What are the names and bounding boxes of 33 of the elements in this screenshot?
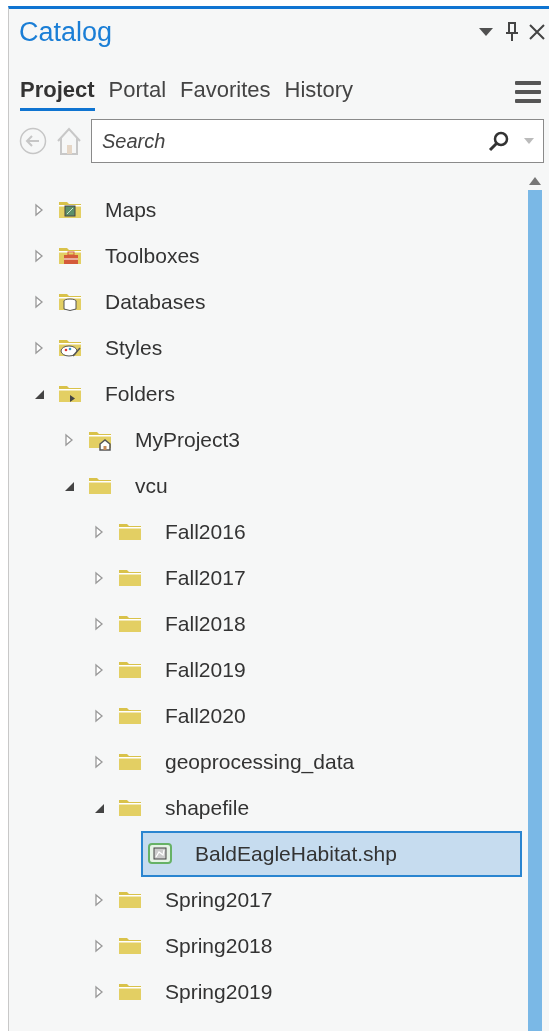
scroll-up-icon[interactable] <box>529 177 541 185</box>
tab[interactable]: Portal <box>108 73 167 111</box>
tree-item[interactable]: Fall2019 <box>111 647 528 693</box>
tree-item[interactable]: shapefile <box>111 785 528 831</box>
search-icon[interactable] <box>488 130 510 152</box>
dropdown-icon[interactable] <box>479 28 493 36</box>
tree-item[interactable]: MyProject3 <box>81 417 528 463</box>
tab[interactable]: Project <box>20 73 95 111</box>
tab[interactable]: Favorites <box>180 73 271 111</box>
tree-item[interactable]: Fall2018 <box>111 601 528 647</box>
back-icon[interactable] <box>19 127 47 155</box>
tree-item[interactable]: BaldEagleHabitat.shp <box>141 831 522 877</box>
tree-item[interactable]: vcu <box>81 463 528 509</box>
tree-item[interactable]: Maps <box>51 187 528 233</box>
tree-item[interactable]: Fall2016 <box>111 509 528 555</box>
home-icon[interactable] <box>55 126 83 156</box>
tree-item[interactable]: Styles <box>51 325 528 371</box>
pin-icon[interactable] <box>505 22 519 42</box>
close-icon[interactable] <box>529 24 545 40</box>
tree-item[interactable]: Spring2019 <box>111 969 528 1015</box>
tree-item[interactable]: Spring2018 <box>111 923 528 969</box>
tree-item[interactable]: Folders <box>51 371 528 417</box>
tree-item[interactable]: Databases <box>51 279 528 325</box>
tree-item[interactable]: Spring2017 <box>111 877 528 923</box>
search-field[interactable]: Search <box>91 119 544 163</box>
tab[interactable]: History <box>284 73 353 111</box>
tree-item[interactable]: geoprocessing_data <box>111 739 528 785</box>
tree-item[interactable]: Fall2020 <box>111 693 528 739</box>
tree-item[interactable]: Fall2017 <box>111 555 528 601</box>
shapefile-icon <box>148 842 172 866</box>
pane-title: Catalog <box>19 15 114 49</box>
menu-icon[interactable] <box>515 81 541 103</box>
tree-item[interactable]: Toolboxes <box>51 233 528 279</box>
